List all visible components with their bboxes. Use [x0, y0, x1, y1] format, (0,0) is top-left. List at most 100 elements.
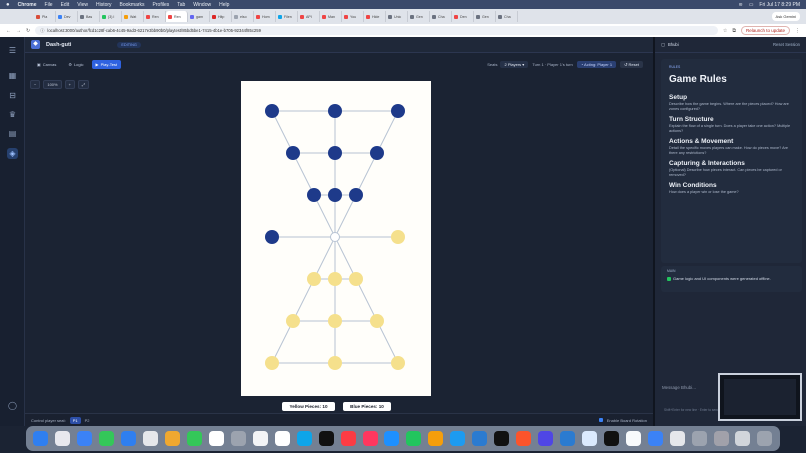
dock-app-icon[interactable]	[296, 431, 312, 446]
apple-icon[interactable]: ●	[6, 2, 10, 8]
browser-tab[interactable]: Ren	[166, 11, 188, 22]
yellow-piece[interactable]	[328, 356, 342, 370]
blue-piece[interactable]	[328, 146, 342, 160]
dock-app-icon[interactable]	[406, 431, 422, 446]
browser-tab[interactable]: elso	[232, 11, 254, 22]
browser-tab[interactable]: (3) I	[100, 11, 122, 22]
yellow-piece[interactable]	[307, 272, 321, 286]
browser-tab[interactable]: API	[298, 11, 320, 22]
clock[interactable]: Fri Jul 17 8:29 PM	[759, 2, 800, 8]
folder-icon[interactable]: ▤	[7, 128, 18, 139]
tab-canvas[interactable]: ▣ Canvas	[33, 60, 60, 69]
blue-piece[interactable]	[265, 104, 279, 118]
seat-p1-button[interactable]: P1	[69, 416, 81, 424]
screenshot-thumbnail[interactable]	[718, 373, 802, 421]
dock-app-icon[interactable]	[165, 431, 181, 446]
dock-app-icon[interactable]	[318, 431, 334, 446]
dock-app-icon[interactable]	[625, 431, 641, 446]
menu-bookmarks[interactable]: Bookmarks	[120, 2, 145, 8]
browser-tab[interactable]: Den	[452, 11, 474, 22]
dock-app-icon[interactable]	[516, 431, 532, 446]
blue-piece[interactable]	[370, 146, 384, 160]
blue-piece[interactable]	[307, 188, 321, 202]
yellow-piece[interactable]	[328, 272, 342, 286]
more-menu-icon[interactable]: ⋮	[795, 28, 800, 34]
menu-tab[interactable]: Tab	[177, 2, 185, 8]
seat-p2-button[interactable]: P2	[85, 418, 90, 423]
zoom-in-button[interactable]: +	[64, 80, 75, 89]
dock-app-icon[interactable]	[208, 431, 224, 446]
browser-tab[interactable]: Cha	[496, 11, 518, 22]
yellow-piece[interactable]	[391, 230, 405, 244]
dock-app-icon[interactable]	[472, 431, 488, 446]
dock-app-icon[interactable]	[252, 431, 268, 446]
dock-app-icon[interactable]	[581, 431, 597, 446]
star-icon[interactable]: ☆	[723, 28, 727, 34]
dock-app-icon[interactable]	[713, 431, 729, 446]
dock-app-icon[interactable]	[230, 431, 246, 446]
menu-window[interactable]: Window	[193, 2, 211, 8]
blue-piece[interactable]	[286, 146, 300, 160]
dock-app-icon[interactable]	[559, 431, 575, 446]
browser-tab[interactable]: Cha	[430, 11, 452, 22]
yellow-piece[interactable]	[286, 314, 300, 328]
yellow-piece[interactable]	[328, 314, 342, 328]
dock-app-icon[interactable]	[55, 431, 71, 446]
dock-app-icon[interactable]	[187, 431, 203, 446]
dock-app-icon[interactable]	[121, 431, 137, 446]
yellow-piece[interactable]	[370, 314, 384, 328]
browser-tab[interactable]: Dev	[56, 11, 78, 22]
dock-app-icon[interactable]	[99, 431, 115, 446]
blue-piece[interactable]	[349, 188, 363, 202]
browser-tab[interactable]: Hide	[364, 11, 386, 22]
menu-edit[interactable]: Edit	[61, 2, 70, 8]
trophy-icon[interactable]: ♛	[7, 109, 18, 120]
reset-session-button[interactable]: Reset Session	[773, 42, 800, 47]
dock-app-icon[interactable]	[450, 431, 466, 446]
dock-app-icon[interactable]	[538, 431, 554, 446]
dock-app-icon[interactable]	[77, 431, 93, 446]
url-field[interactable]: ⓘ localhost:3000/author/fcd1c28f-cab6-4c…	[35, 26, 718, 35]
dock-app-icon[interactable]	[603, 431, 619, 446]
dock-app-icon[interactable]	[384, 431, 400, 446]
zoom-out-button[interactable]: −	[30, 80, 41, 89]
browser-tab[interactable]: Hitp	[210, 11, 232, 22]
menu-app-name[interactable]: Chrome	[18, 2, 37, 8]
grid-icon[interactable]: ▦	[7, 70, 18, 81]
blue-piece[interactable]	[328, 104, 342, 118]
browser-tab[interactable]: Gen	[474, 11, 496, 22]
dock-app-icon[interactable]	[691, 431, 707, 446]
menu-help[interactable]: Help	[219, 2, 229, 8]
board-rotation-checkbox[interactable]	[598, 418, 603, 422]
blue-piece[interactable]	[265, 230, 279, 244]
dock-app-icon[interactable]	[494, 431, 510, 446]
relaunch-button[interactable]: Relaunch to update	[740, 26, 790, 35]
dock-app-icon[interactable]	[340, 431, 356, 446]
dock-app-icon[interactable]	[143, 431, 159, 446]
back-icon[interactable]: ←	[6, 28, 11, 34]
tab-play-test[interactable]: ▶ Play-Test	[91, 60, 122, 69]
menu-view[interactable]: View	[77, 2, 88, 8]
controller-icon[interactable]: ⊟	[7, 90, 18, 101]
reset-button[interactable]: ↺ Reset	[620, 61, 643, 68]
menu-profiles[interactable]: Profiles	[153, 2, 170, 8]
battery-icon[interactable]: ▭	[749, 2, 754, 8]
menu-file[interactable]: File	[45, 2, 53, 8]
seats-select[interactable]: 2 Players ▾	[500, 61, 529, 68]
dock-app-icon[interactable]	[669, 431, 685, 446]
dock-app-icon[interactable]	[274, 431, 290, 446]
message-input[interactable]: Message Bhubi...	[662, 385, 696, 390]
wifi-icon[interactable]: ≋	[738, 2, 742, 8]
dock-app-icon[interactable]	[428, 431, 444, 446]
board-empty-node[interactable]	[330, 232, 340, 242]
blue-piece[interactable]	[391, 104, 405, 118]
menu-history[interactable]: History	[96, 2, 112, 8]
site-info-icon[interactable]: ⓘ	[40, 28, 44, 34]
browser-tab[interactable]: Unic	[386, 11, 408, 22]
project-name[interactable]: Dash-guti	[46, 42, 71, 48]
browser-tab[interactable]: Hom	[254, 11, 276, 22]
browser-tab[interactable]: You	[342, 11, 364, 22]
ask-gemini-button[interactable]: Ask Gemini	[771, 12, 800, 21]
browser-tab[interactable]: Wat	[122, 11, 144, 22]
dock-app-icon[interactable]	[33, 431, 49, 446]
